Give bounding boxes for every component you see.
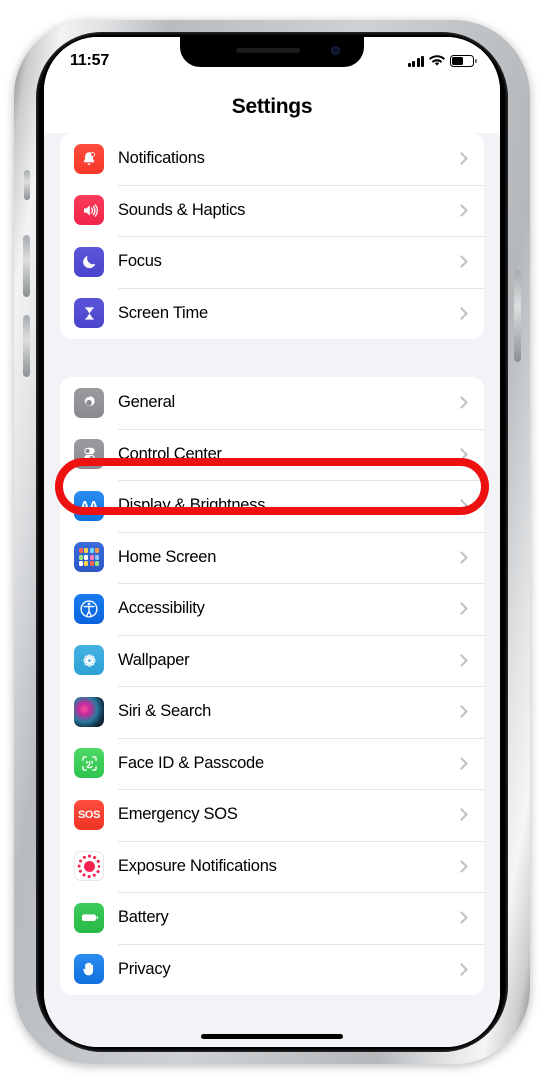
earpiece-speaker-icon — [236, 48, 301, 53]
settings-row-wallpaper[interactable]: Wallpaper — [60, 635, 484, 687]
settings-row-label: Face ID & Passcode — [118, 753, 264, 772]
settings-row-label: Siri & Search — [118, 702, 212, 721]
sos-label: SOS — [77, 808, 101, 821]
screenshot-stage: 11:57 Settings Notifications Sounds & Ha… — [0, 0, 544, 1080]
chevron-right-icon — [454, 653, 468, 667]
settings-row-control-center[interactable]: Control Center — [60, 429, 484, 481]
chevron-right-icon — [454, 602, 468, 616]
settings-row-focus[interactable]: Focus — [60, 236, 484, 288]
settings-row-accessibility[interactable]: Accessibility — [60, 583, 484, 635]
hourglass-icon — [74, 298, 104, 329]
volume-down-button[interactable] — [23, 315, 30, 377]
settings-row-label: Emergency SOS — [118, 805, 238, 824]
crescent-moon-icon — [74, 246, 104, 277]
chevron-right-icon — [454, 550, 468, 564]
settings-group-alerts: Notifications Sounds & Haptics Focus Scr… — [60, 133, 484, 339]
chevron-right-icon — [454, 705, 468, 719]
settings-row-label: Control Center — [118, 444, 222, 463]
control-toggles-icon — [74, 439, 104, 470]
volume-up-button[interactable] — [23, 235, 30, 297]
settings-row-label: Exposure Notifications — [118, 856, 277, 875]
exposure-dots-icon — [74, 851, 104, 882]
settings-row-general[interactable]: General — [60, 377, 484, 429]
settings-row-label: Focus — [118, 252, 162, 271]
settings-row-siri-search[interactable]: Siri & Search — [60, 686, 484, 738]
settings-row-label: Notifications — [118, 149, 205, 168]
settings-row-notifications[interactable]: Notifications — [60, 133, 484, 185]
chevron-right-icon — [454, 499, 468, 513]
settings-row-home-screen[interactable]: Home Screen — [60, 532, 484, 584]
chevron-right-icon — [454, 203, 468, 217]
settings-row-label: Screen Time — [118, 303, 208, 322]
side-power-button[interactable] — [514, 270, 521, 362]
iphone-screen: 11:57 Settings Notifications Sounds & Ha… — [44, 37, 500, 1047]
settings-row-display-brightness[interactable]: AA Display & Brightness — [60, 480, 484, 532]
settings-row-label: Sounds & Haptics — [118, 200, 246, 219]
chevron-right-icon — [454, 306, 468, 320]
flower-icon — [74, 645, 104, 676]
settings-row-label: Wallpaper — [118, 650, 190, 669]
battery-icon — [74, 902, 104, 933]
status-indicators — [407, 51, 477, 67]
bell-icon — [74, 143, 104, 174]
settings-row-face-id-passcode[interactable]: Face ID & Passcode — [60, 738, 484, 790]
wifi-icon — [429, 55, 445, 66]
chevron-right-icon — [454, 756, 468, 770]
speaker-waves-icon — [74, 195, 104, 226]
navigation-bar: Settings — [44, 81, 500, 133]
settings-row-exposure-notifications[interactable]: Exposure Notifications — [60, 841, 484, 893]
settings-row-label: Privacy — [118, 959, 171, 978]
app-grid-dots — [78, 547, 100, 567]
status-time: 11:57 — [70, 52, 110, 69]
siri-orb-icon — [74, 696, 104, 727]
raised-hand-icon — [74, 954, 104, 985]
home-indicator[interactable] — [201, 1033, 343, 1039]
settings-row-emergency-sos[interactable]: SOS Emergency SOS — [60, 789, 484, 841]
sos-icon: SOS — [74, 799, 104, 830]
settings-row-label: Home Screen — [118, 547, 217, 566]
chevron-right-icon — [454, 396, 468, 410]
page-title: Settings — [231, 95, 313, 118]
settings-group-system: General Control Center AA Display & Brig… — [60, 377, 484, 995]
chevron-right-icon — [454, 962, 468, 976]
gear-icon — [74, 387, 104, 418]
settings-row-label: Battery — [118, 908, 169, 927]
battery-icon — [450, 55, 477, 67]
chevron-right-icon — [454, 447, 468, 461]
settings-app: 11:57 Settings Notifications Sounds & Ha… — [44, 37, 500, 1047]
chevron-right-icon — [454, 859, 468, 873]
chevron-right-icon — [454, 255, 468, 269]
face-id-icon — [74, 748, 104, 779]
settings-row-sounds-haptics[interactable]: Sounds & Haptics — [60, 185, 484, 237]
accessibility-icon — [74, 593, 104, 624]
settings-row-battery[interactable]: Battery — [60, 892, 484, 944]
aa-label: AA — [80, 498, 98, 514]
chevron-right-icon — [454, 911, 468, 925]
front-camera-icon — [331, 46, 340, 55]
settings-row-label: Accessibility — [118, 599, 205, 618]
app-grid-icon — [74, 542, 104, 573]
settings-list[interactable]: Notifications Sounds & Haptics Focus Scr… — [44, 133, 500, 1047]
settings-row-screen-time[interactable]: Screen Time — [60, 288, 484, 340]
exposure-ring-dots — [74, 851, 104, 881]
aa-text-icon: AA — [74, 490, 104, 521]
settings-row-label: General — [118, 393, 175, 412]
silent-switch[interactable] — [24, 170, 30, 200]
cellular-signal-icon — [407, 55, 424, 67]
chevron-right-icon — [454, 152, 468, 166]
chevron-right-icon — [454, 808, 468, 822]
settings-row-privacy[interactable]: Privacy — [60, 944, 484, 996]
battery-level-fill — [452, 57, 464, 65]
notch — [180, 37, 364, 67]
settings-row-label: Display & Brightness — [118, 496, 266, 515]
